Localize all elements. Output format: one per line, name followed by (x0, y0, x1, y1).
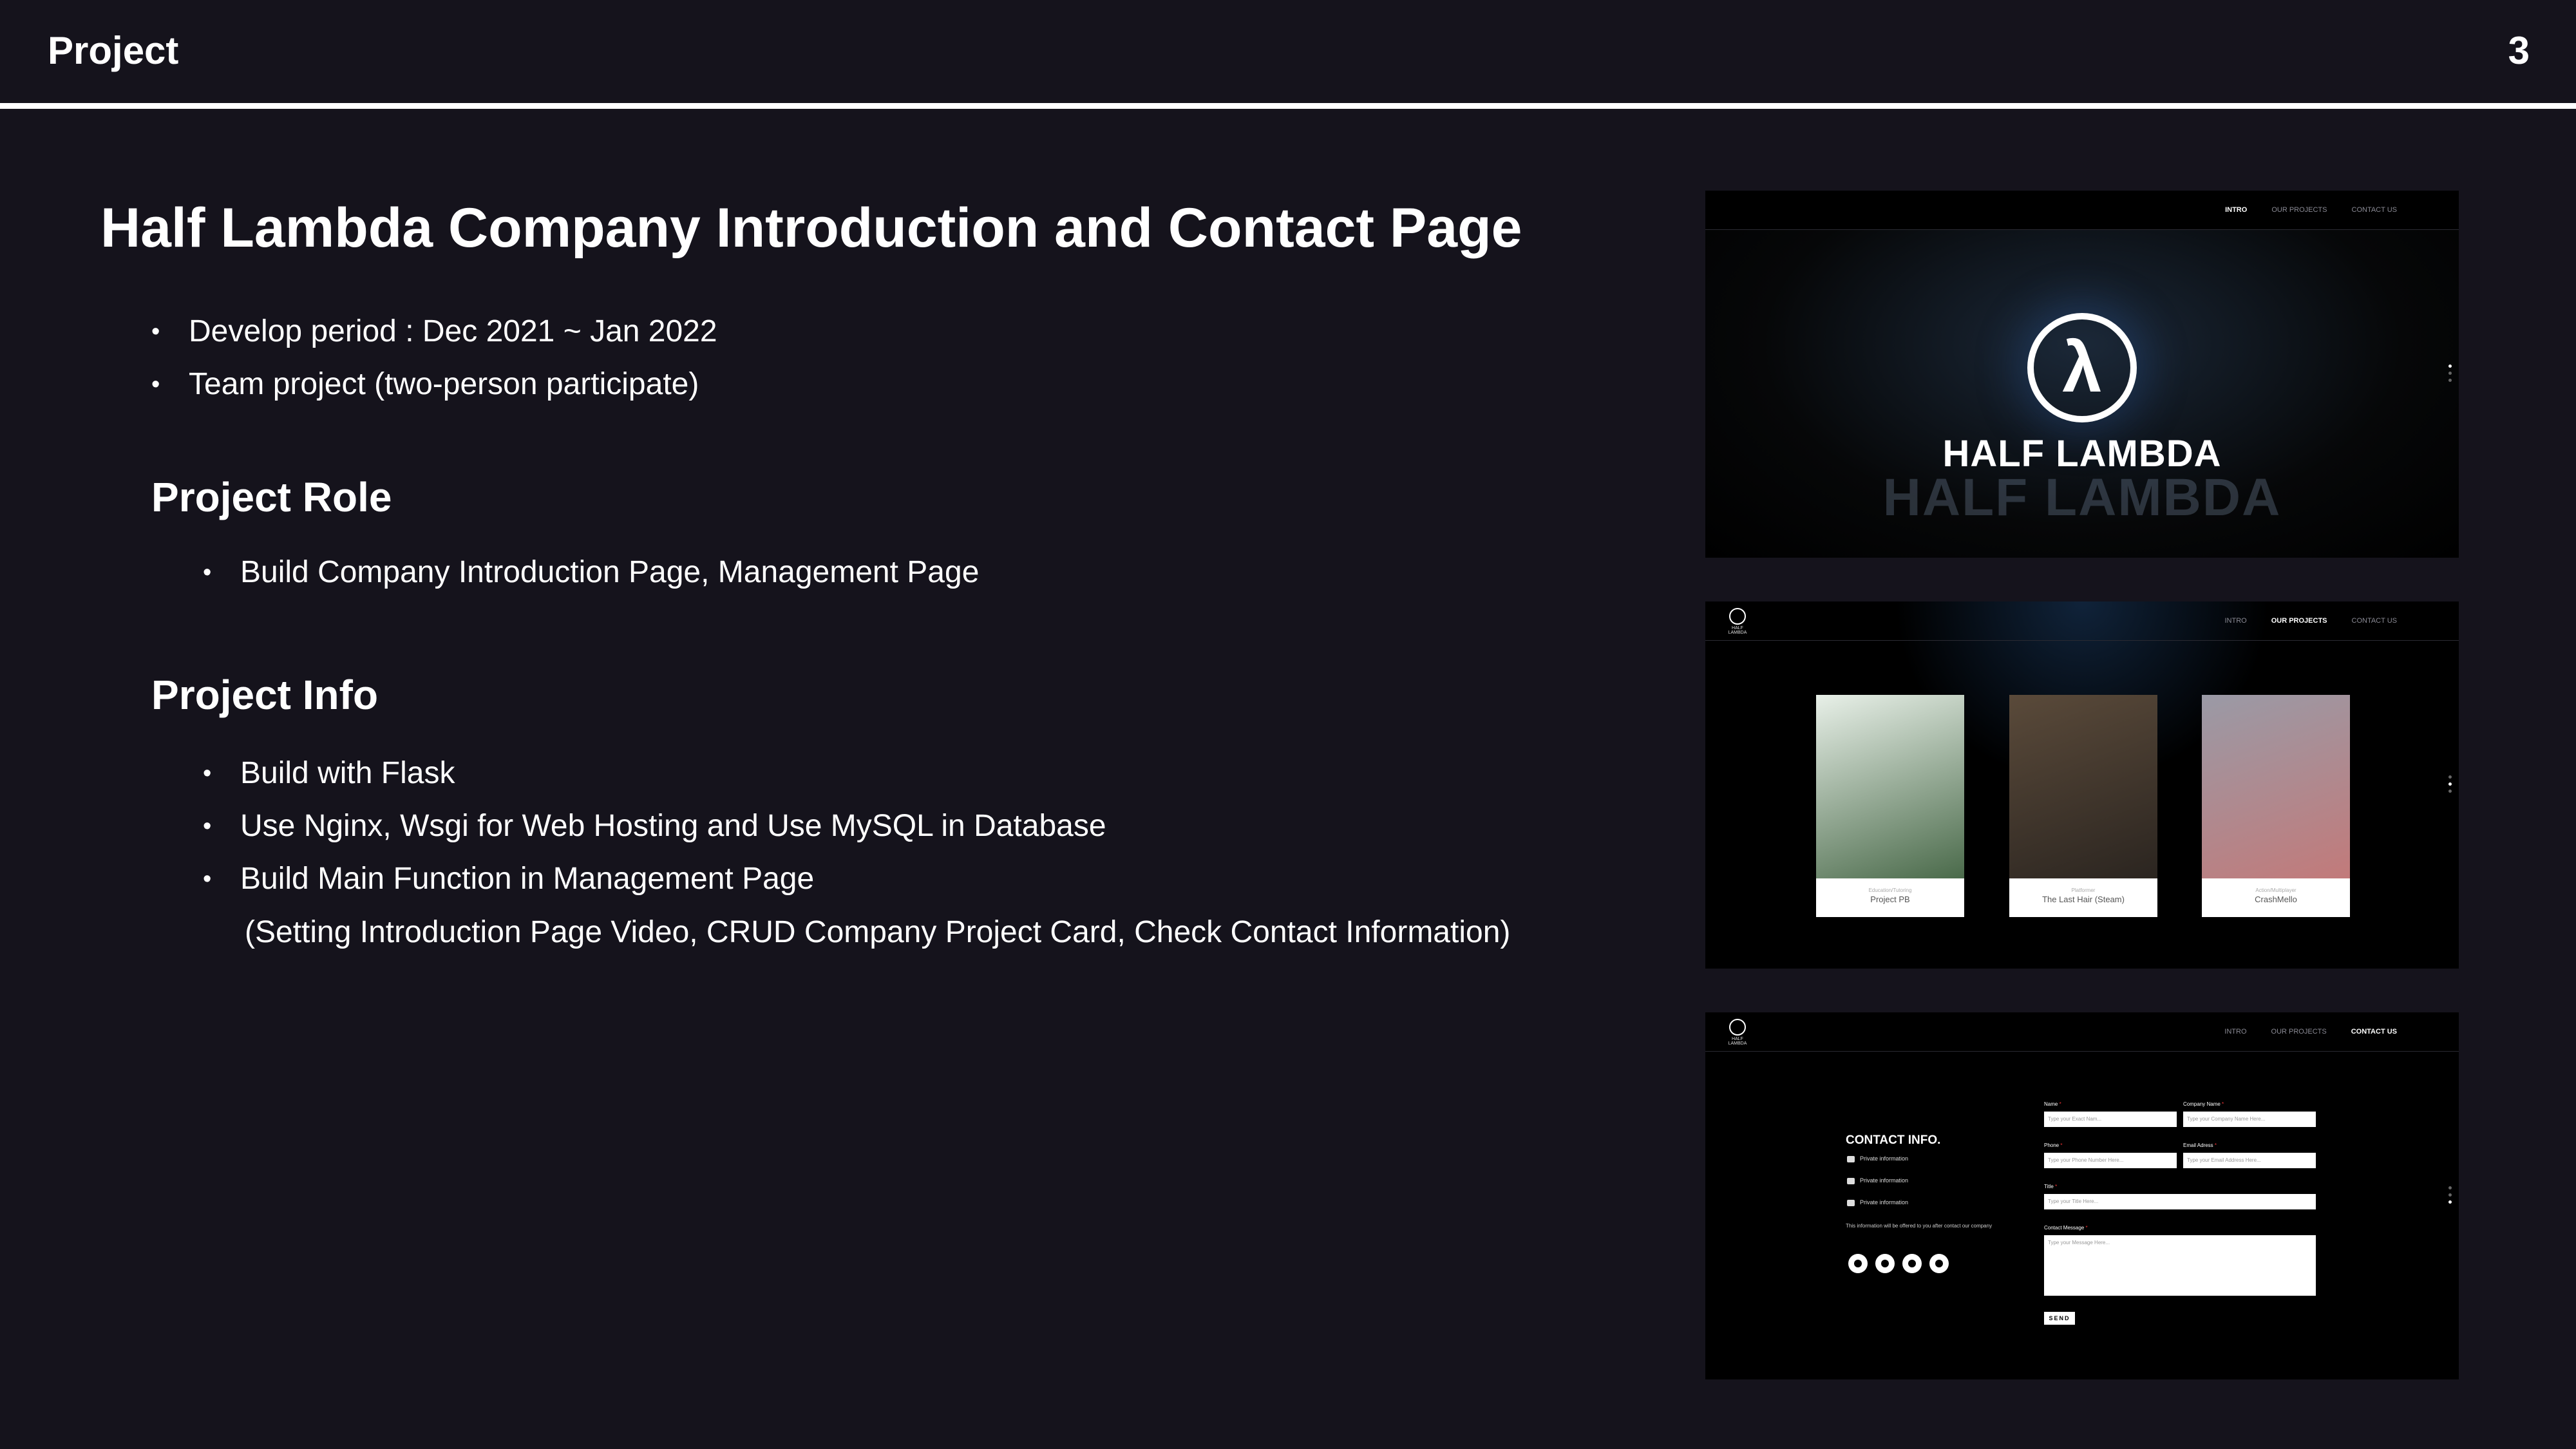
mail-icon (1847, 1177, 1855, 1184)
nav-intro: INTRO (2224, 617, 2247, 625)
page-dots (2448, 365, 2452, 386)
bullet-develop-period: Develop period : Dec 2021 ~ Jan 2022 (151, 305, 717, 358)
project-card: Education/Tutoring Project PB (1816, 695, 1964, 917)
project-card-name: Project PB (1870, 895, 1910, 904)
projects-page-screenshot: HALF LAMBDA INTRO OUR PROJECTS CONTACT U… (1705, 601, 2459, 969)
mini-logo: HALF LAMBDA (1725, 1019, 1750, 1046)
intro-bullet-list: Develop period : Dec 2021 ~ Jan 2022 Tea… (151, 305, 717, 411)
social-icon (1929, 1254, 1949, 1273)
contact-row-address: Private information (1847, 1199, 1908, 1206)
social-icon (1902, 1254, 1922, 1273)
nav-contact-us: CONTACT US (2351, 206, 2398, 214)
social-links (1848, 1254, 1949, 1273)
header-divider (0, 103, 2576, 109)
bullet-flask: Build with Flask (203, 747, 1106, 800)
social-icon (1848, 1254, 1868, 1273)
contact-note: This information will be offered to you … (1846, 1223, 1993, 1229)
company-label: Company Name * (2183, 1101, 2224, 1107)
email-label: Email Adress * (2183, 1142, 2217, 1148)
name-input: Type your Exact Nam... (2044, 1112, 2177, 1127)
mini-navbar: HALF LAMBDA INTRO OUR PROJECTS CONTACT U… (1705, 601, 2459, 641)
nav-contact-us: CONTACT US (2351, 617, 2398, 625)
phone-label: Phone * (2044, 1142, 2063, 1148)
page-number: 3 (2508, 29, 2530, 72)
mini-logo: HALF LAMBDA (1725, 608, 1750, 635)
send-button: SEND (2044, 1312, 2075, 1325)
title-input: Type your Title Here... (2044, 1194, 2316, 1209)
title-label: Title * (2044, 1184, 2058, 1189)
nav-our-projects: OUR PROJECTS (2271, 206, 2327, 214)
nav-intro: INTRO (2224, 1028, 2247, 1036)
slide-header: Project 3 (0, 0, 2576, 103)
project-card-image (2009, 695, 2157, 878)
intro-page-screenshot: INTRO OUR PROJECTS CONTACT US λ HALF LAM… (1705, 191, 2459, 558)
contact-info-heading: CONTACT INFO. (1846, 1133, 1941, 1147)
project-card-image (2202, 695, 2350, 878)
nav-our-projects: OUR PROJECTS (2271, 617, 2327, 625)
bullet-management: Build Main Function in Management Page (203, 853, 1106, 905)
social-icon (1875, 1254, 1895, 1273)
message-textarea: Type your Message Here... (2044, 1235, 2316, 1296)
project-card-name: The Last Hair (Steam) (2042, 895, 2125, 904)
nav-intro: INTRO (2225, 206, 2248, 214)
project-card: Platformer The Last Hair (Steam) (2009, 695, 2157, 917)
project-info-heading: Project Info (151, 672, 379, 718)
info-bullet-list: Build with Flask Use Nginx, Wsgi for Web… (203, 747, 1106, 905)
half-lambda-logo: λ (2027, 313, 2137, 422)
project-title: Half Lambda Company Introduction and Con… (100, 197, 1522, 259)
page-dots (2448, 1186, 2452, 1208)
nav-our-projects: OUR PROJECTS (2271, 1028, 2327, 1036)
project-role-heading: Project Role (151, 474, 392, 520)
building-icon (1847, 1199, 1855, 1206)
contact-row-email: Private information (1847, 1177, 1908, 1184)
project-card-image (1816, 695, 1964, 878)
hero-brand-reflection: HALF LAMBDA (1882, 468, 2282, 527)
email-input: Type your Email Address Here... (2183, 1153, 2316, 1168)
name-label: Name * (2044, 1101, 2061, 1107)
company-input: Type your Company Name Here... (2183, 1112, 2316, 1127)
project-card-name: CrashMello (2255, 895, 2297, 904)
phone-icon (1847, 1155, 1855, 1162)
mini-navbar: HALF LAMBDA INTRO OUR PROJECTS CONTACT U… (1705, 1012, 2459, 1052)
bullet-team-project: Team project (two-person participate) (151, 358, 717, 411)
contact-row-phone: Private information (1847, 1155, 1908, 1162)
bullet-hosting: Use Nginx, Wsgi for Web Hosting and Use … (203, 800, 1106, 853)
phone-input: Type your Phone Number Here... (2044, 1153, 2177, 1168)
project-card: Action/Multiplayer CrashMello (2202, 695, 2350, 917)
contact-page-screenshot: HALF LAMBDA INTRO OUR PROJECTS CONTACT U… (1705, 1012, 2459, 1379)
nav-contact-us: CONTACT US (2351, 1028, 2397, 1036)
section-title: Project (48, 29, 179, 72)
role-bullet-list: Build Company Introduction Page, Managem… (203, 546, 979, 599)
page-dots (2448, 775, 2452, 797)
bullet-role: Build Company Introduction Page, Managem… (203, 546, 979, 599)
mini-navbar: INTRO OUR PROJECTS CONTACT US (1705, 191, 2459, 230)
message-label: Contact Message * (2044, 1225, 2088, 1231)
management-details: (Setting Introduction Page Video, CRUD C… (245, 915, 1511, 949)
